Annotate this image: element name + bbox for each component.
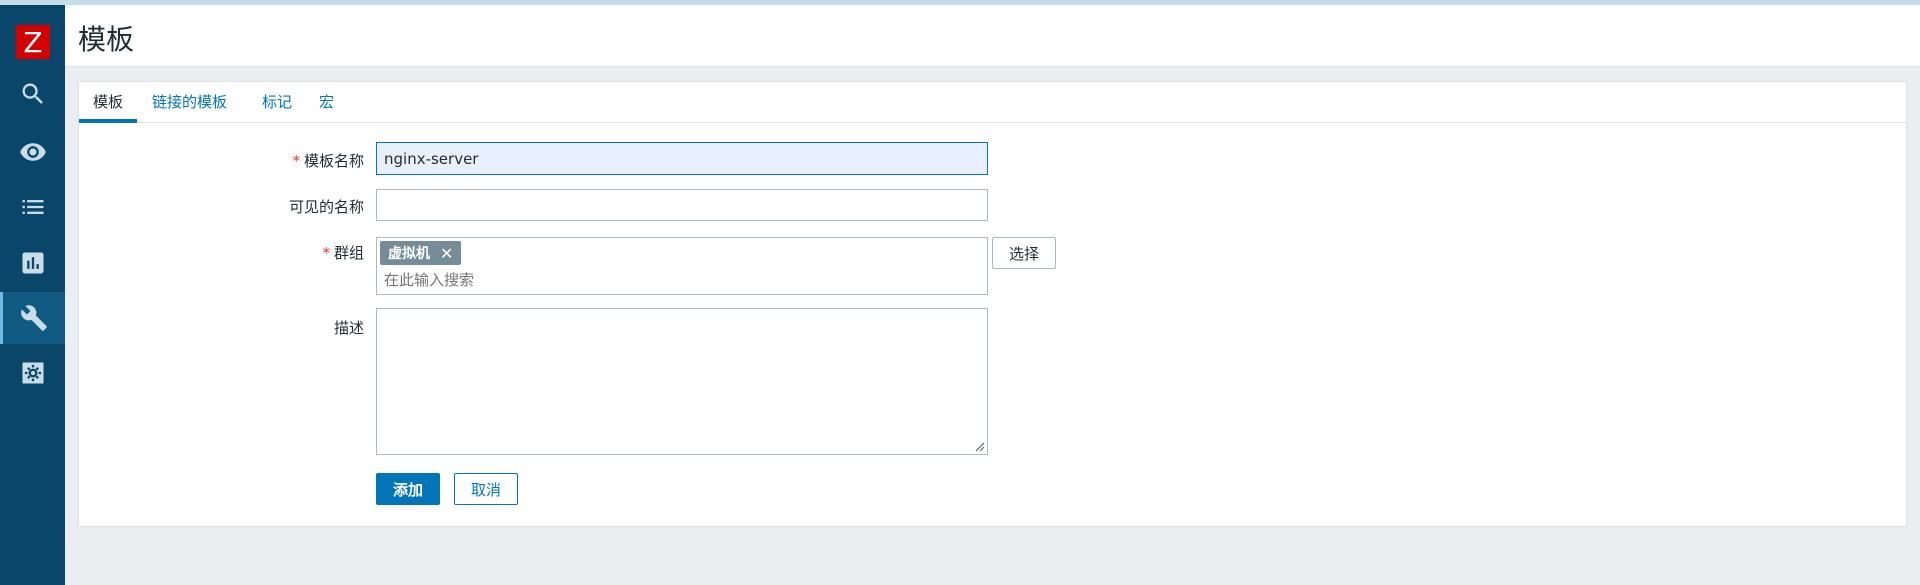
- required-marker: *: [292, 152, 300, 170]
- wrench-icon: [21, 305, 47, 331]
- description-label: 描述: [333, 319, 364, 337]
- visible-name-label: 可见的名称: [288, 198, 364, 216]
- tab-bar: 模板 链接的模板 标记 宏: [79, 82, 1906, 123]
- zabbix-logo[interactable]: Z: [16, 25, 50, 59]
- groups-multiselect[interactable]: 虚拟机 ✕: [376, 237, 988, 295]
- page-header: 模板: [65, 5, 1920, 67]
- template-name-label: * 模板名称: [292, 152, 364, 170]
- gear-icon: [22, 362, 43, 384]
- groups-search-input[interactable]: [384, 268, 974, 292]
- page-title: 模板: [78, 23, 135, 56]
- cancel-button[interactable]: 取消: [454, 473, 518, 505]
- visible-name-input[interactable]: [376, 189, 988, 221]
- description-textarea[interactable]: [376, 308, 988, 455]
- tab-linked-templates[interactable]: 链接的模板: [138, 82, 241, 123]
- sidebar-item-configuration[interactable]: [0, 292, 65, 344]
- sidebar-item-reports[interactable]: [0, 237, 65, 289]
- tab-template[interactable]: 模板: [79, 82, 138, 123]
- template-form-card: 模板 链接的模板 标记 宏 *模板名称 可见的名称 *群组 虚拟机 ✕ 选择 描…: [78, 81, 1907, 527]
- sidebar-item-administration[interactable]: [0, 347, 65, 399]
- sidebar-item-search[interactable]: [0, 68, 65, 120]
- select-groups-button[interactable]: 选择: [992, 237, 1056, 269]
- bar-chart-icon: [22, 252, 43, 274]
- list-icon: [22, 200, 43, 214]
- resize-handle-icon[interactable]: [975, 442, 985, 452]
- search-icon: [22, 83, 43, 104]
- sidebar: Z: [0, 5, 65, 585]
- groups-label: * 群组: [322, 244, 364, 262]
- sidebar-item-inventory[interactable]: [0, 181, 65, 233]
- template-name-input[interactable]: [376, 142, 988, 175]
- tab-macros[interactable]: 宏: [305, 82, 348, 123]
- group-tag: 虚拟机 ✕: [380, 241, 462, 265]
- eye-icon: [19, 143, 46, 161]
- sidebar-item-monitoring[interactable]: [0, 126, 65, 178]
- add-button[interactable]: 添加: [376, 473, 440, 505]
- remove-tag-icon[interactable]: ✕: [440, 244, 453, 263]
- tab-tags[interactable]: 标记: [248, 82, 306, 123]
- group-tag-label: 虚拟机: [388, 246, 430, 262]
- required-marker: *: [322, 244, 330, 262]
